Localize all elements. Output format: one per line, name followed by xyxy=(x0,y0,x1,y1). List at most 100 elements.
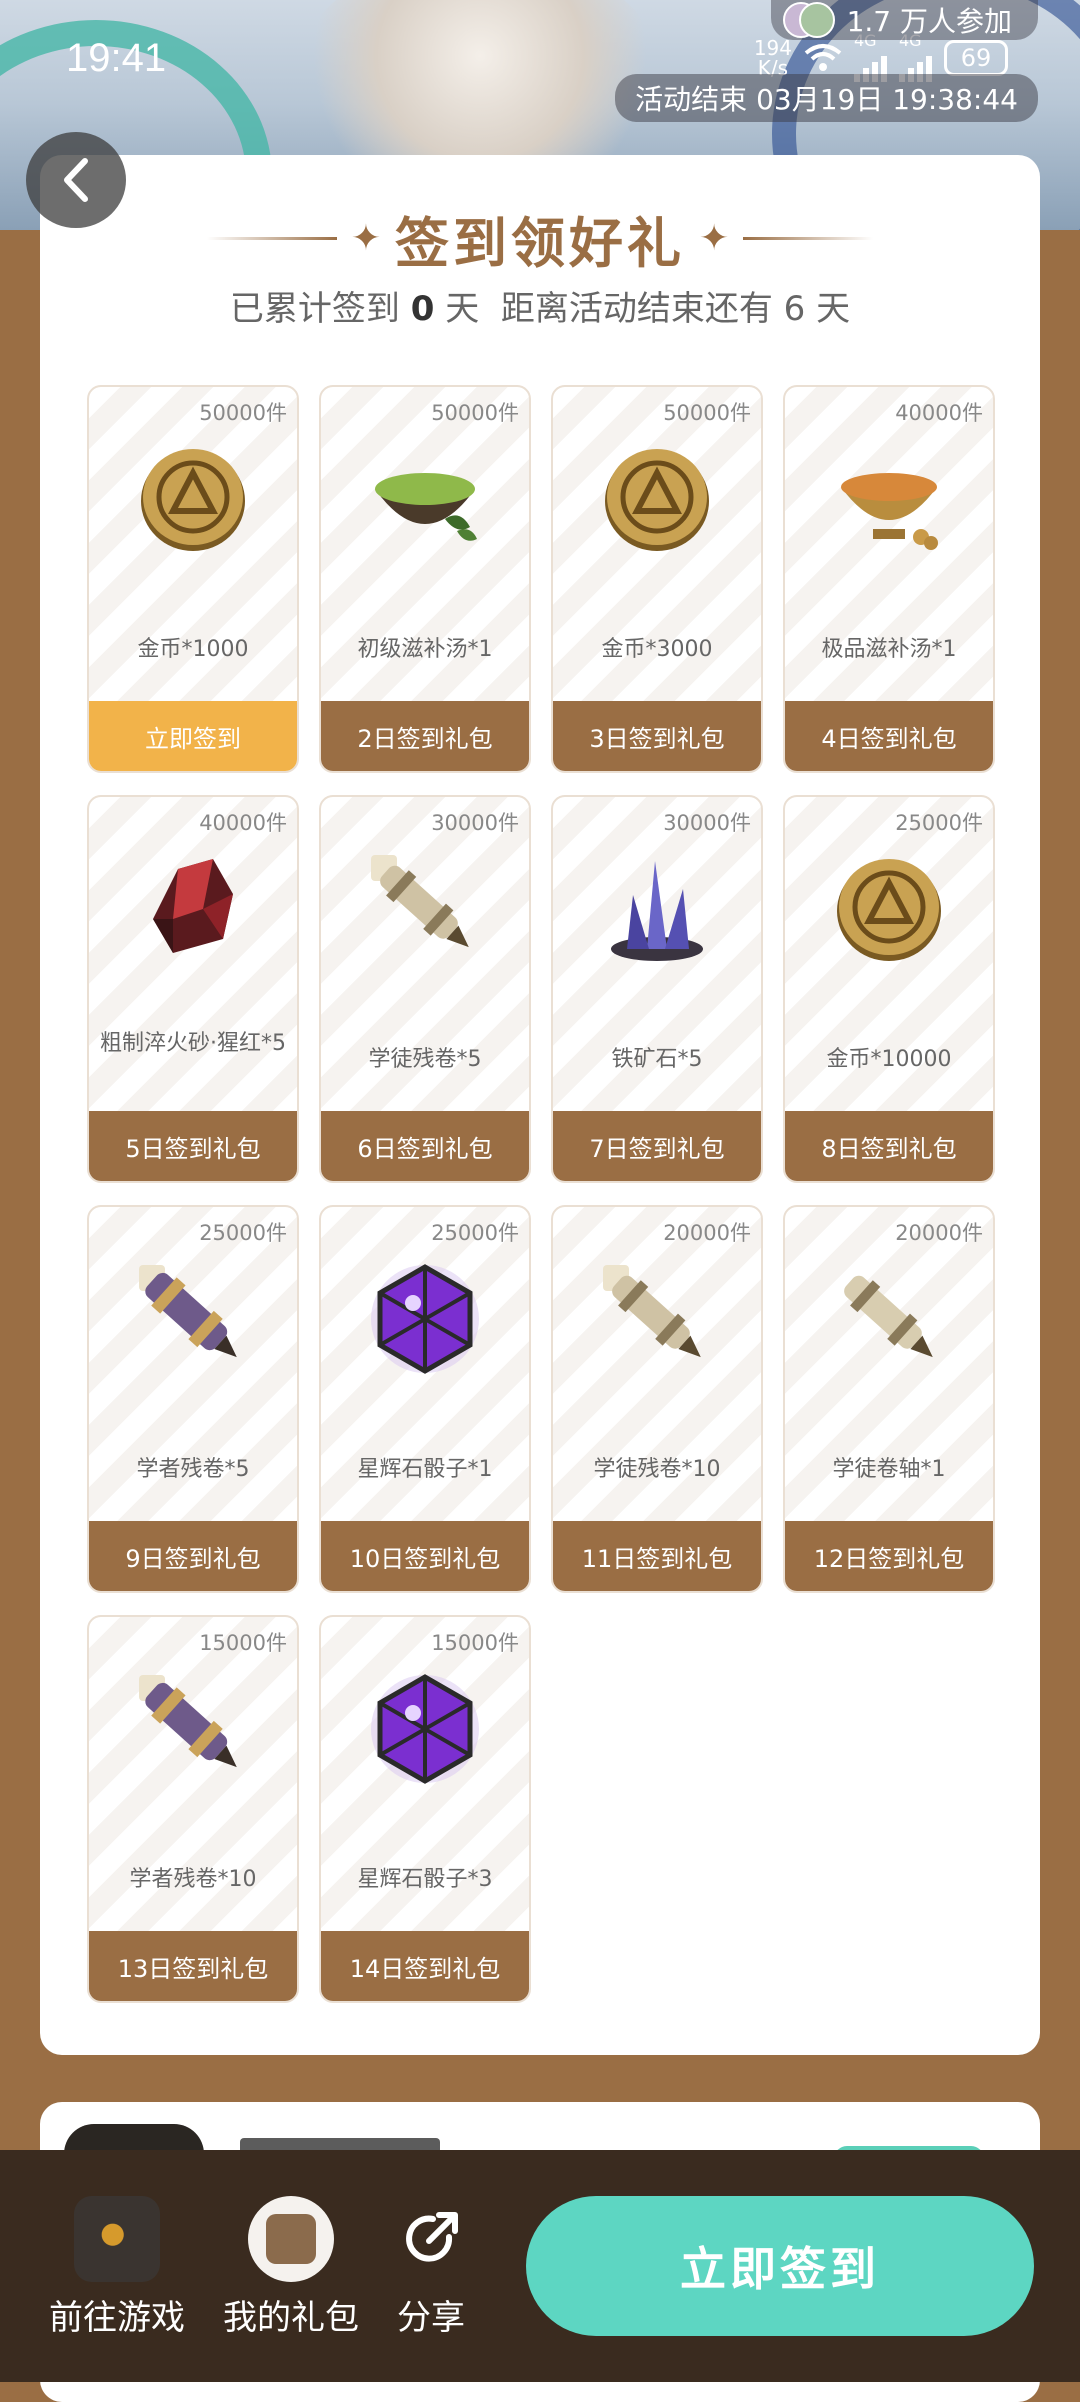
daily-gift-button[interactable]: 10日签到礼包 xyxy=(321,1521,529,1591)
reward-card: 25000件星辉石骰子*1 10日签到礼包 xyxy=(319,1205,531,1593)
gold-coin-icon xyxy=(829,849,949,969)
reward-name: 星辉石骰子*3 xyxy=(357,1867,493,1892)
battery-icon: 69 xyxy=(944,40,1008,76)
reward-stock: 25000件 xyxy=(431,1221,519,1245)
progress-mid: 天 距离活动结束还有 xyxy=(445,289,773,329)
title-divider xyxy=(743,237,874,240)
reward-stock: 15000件 xyxy=(431,1631,519,1655)
reward-stock: 15000件 xyxy=(199,1631,287,1655)
daily-gift-button[interactable]: 3日签到礼包 xyxy=(553,701,761,771)
reward-card: 50000件 初级滋补汤*1 2日签到礼包 xyxy=(319,385,531,773)
daily-gift-button[interactable]: 5日签到礼包 xyxy=(89,1111,297,1181)
daily-gift-button[interactable]: 6日签到礼包 xyxy=(321,1111,529,1181)
signed-days-count: 0 xyxy=(410,289,435,329)
status-time: 19:41 xyxy=(66,36,167,80)
daily-gift-button[interactable]: 12日签到礼包 xyxy=(785,1521,993,1591)
network-speed: 194 K/s xyxy=(754,38,792,78)
gold-coin-icon xyxy=(133,439,253,559)
remaining-days-count: 6 xyxy=(783,289,806,329)
reward-stock: 30000件 xyxy=(663,811,751,835)
page-title: 签到领好礼 xyxy=(395,212,685,275)
reward-stock: 50000件 xyxy=(199,401,287,425)
bottom-action-bar: 前往游戏 我的礼包 分享 立即签到 xyxy=(0,2150,1080,2382)
reward-name: 金币*10000 xyxy=(826,1047,952,1072)
back-button[interactable] xyxy=(26,132,126,228)
reward-name: 铁矿石*5 xyxy=(611,1047,703,1072)
star-dice-icon xyxy=(365,1669,485,1789)
reward-name: 粗制淬火砂·猩红*5 xyxy=(100,1031,286,1056)
chevron-left-icon xyxy=(64,158,88,202)
reward-name: 学者残卷*5 xyxy=(136,1457,250,1482)
scholar-scroll-fragment-icon xyxy=(133,1669,253,1789)
reward-card: 20000件学徒卷轴*1 12日签到礼包 xyxy=(783,1205,995,1593)
reward-stock: 20000件 xyxy=(663,1221,751,1245)
daily-gift-button[interactable]: 8日签到礼包 xyxy=(785,1111,993,1181)
reward-card: 50000件金币*1000 立即签到 xyxy=(87,385,299,773)
reward-stock: 50000件 xyxy=(431,401,519,425)
progress-prefix: 已累计签到 xyxy=(229,289,400,329)
title-divider xyxy=(206,237,337,240)
event-end-time: 活动结束 03月19日 19:38:44 xyxy=(615,74,1038,122)
network-speed-value: 194 xyxy=(753,36,792,60)
reward-stock: 40000件 xyxy=(199,811,287,835)
scholar-scroll-fragment-icon xyxy=(133,1259,253,1379)
go-to-game-button[interactable]: 前往游戏 xyxy=(42,2196,192,2339)
reward-stock: 20000件 xyxy=(895,1221,983,1245)
daily-gift-button[interactable]: 4日签到礼包 xyxy=(785,701,993,771)
reward-name: 学徒残卷*10 xyxy=(593,1457,721,1482)
green-soup-bowl-icon xyxy=(365,439,485,559)
checkin-progress-text: 已累计签到 0 天 距离活动结束还有 6 天 xyxy=(40,281,1040,330)
reward-name: 星辉石骰子*1 xyxy=(357,1457,493,1482)
reward-name: 学徒卷轴*1 xyxy=(832,1457,946,1482)
checkin-title-row: ✦ 签到领好礼 ✦ xyxy=(40,199,1040,278)
share-icon xyxy=(388,2196,474,2282)
reward-name: 金币*1000 xyxy=(137,637,249,662)
reward-card: 25000件金币*10000 8日签到礼包 xyxy=(783,795,995,1183)
reward-card: 30000件铁矿石*5 7日签到礼包 xyxy=(551,795,763,1183)
red-crystal-icon xyxy=(133,849,253,969)
reward-name: 极品滋补汤*1 xyxy=(821,637,957,662)
reward-stock: 25000件 xyxy=(895,811,983,835)
gift-icon xyxy=(248,2196,334,2282)
golden-soup-bowl-icon xyxy=(829,439,949,559)
reward-name: 学徒残卷*5 xyxy=(368,1047,482,1072)
daily-gift-button[interactable]: 13日签到礼包 xyxy=(89,1931,297,2001)
my-gifts-label: 我的礼包 xyxy=(223,2298,359,2338)
participant-avatar xyxy=(798,2,835,38)
daily-gift-button[interactable]: 2日签到礼包 xyxy=(321,701,529,771)
participants-count: 1.7 万人参加 xyxy=(846,5,1012,38)
daily-gift-button[interactable]: 11日签到礼包 xyxy=(553,1521,761,1591)
daily-gift-button[interactable]: 7日签到礼包 xyxy=(553,1111,761,1181)
reward-name: 金币*3000 xyxy=(601,637,713,662)
reward-card: 30000件 学徒残卷*5 6日签到礼包 xyxy=(319,795,531,1183)
sparkle-icon: ✦ xyxy=(699,218,730,259)
reward-card: 25000件学者残卷*5 9日签到礼包 xyxy=(87,1205,299,1593)
sparkle-icon: ✦ xyxy=(350,218,381,259)
share-label: 分享 xyxy=(397,2298,465,2338)
daily-gift-button[interactable]: 9日签到礼包 xyxy=(89,1521,297,1591)
reward-stock: 25000件 xyxy=(199,1221,287,1245)
participants-badge: 1.7 万人参加 xyxy=(770,0,1038,40)
go-to-game-label: 前往游戏 xyxy=(49,2298,185,2338)
scroll-fragment-icon xyxy=(597,1259,717,1379)
reward-stock: 50000件 xyxy=(663,401,751,425)
daily-gift-button[interactable]: 14日签到礼包 xyxy=(321,1931,529,2001)
my-gifts-button[interactable]: 我的礼包 xyxy=(216,2196,366,2339)
reward-name: 学者残卷*10 xyxy=(129,1867,257,1892)
reward-card: 40000件 极品滋补汤*1 4日签到礼包 xyxy=(783,385,995,773)
gold-coin-icon xyxy=(597,439,717,559)
game-app-icon xyxy=(74,2196,160,2282)
reward-card: 15000件星辉石骰子*3 14日签到礼包 xyxy=(319,1615,531,2003)
sign-in-claim-button[interactable]: 立即签到 xyxy=(89,701,297,771)
reward-card: 20000件学徒残卷*10 11日签到礼包 xyxy=(551,1205,763,1593)
checkin-card: ✦ 签到领好礼 ✦ 已累计签到 0 天 距离活动结束还有 6 天 50000件金… xyxy=(40,155,1040,2055)
reward-card: 40000件粗制淬火砂·猩红*5 5日签到礼包 xyxy=(87,795,299,1183)
star-dice-icon xyxy=(365,1259,485,1379)
reward-card: 15000件学者残卷*10 13日签到礼包 xyxy=(87,1615,299,2003)
reward-card: 50000件金币*3000 3日签到礼包 xyxy=(551,385,763,773)
share-button[interactable]: 分享 xyxy=(356,2196,506,2339)
wifi-icon xyxy=(804,44,842,71)
sign-in-now-button[interactable]: 立即签到 xyxy=(526,2196,1034,2336)
iron-ore-crystal-icon xyxy=(597,849,717,969)
scroll-fragment-icon xyxy=(365,849,485,969)
